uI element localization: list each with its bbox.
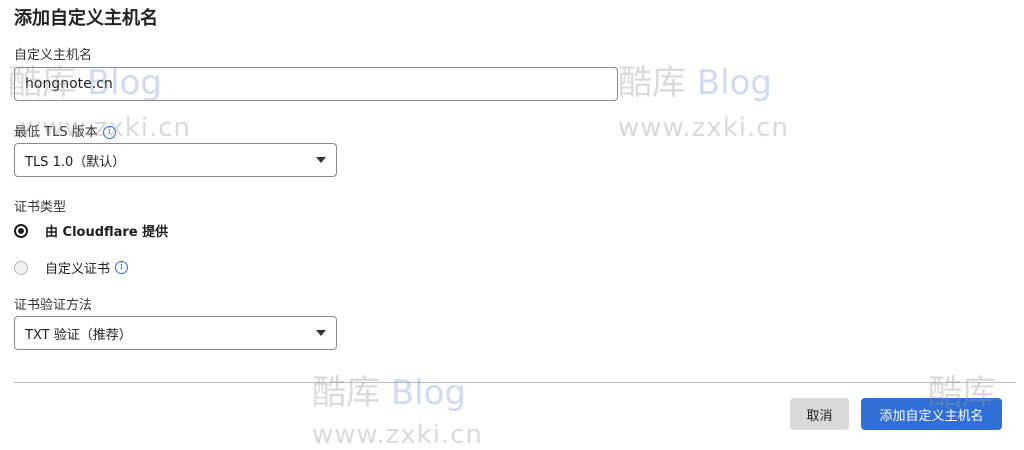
divider xyxy=(14,382,1016,383)
chevron-down-icon xyxy=(316,157,326,163)
hostname-input[interactable] xyxy=(14,67,618,101)
radio-unselected-icon[interactable] xyxy=(14,260,28,275)
watermark-logo: 酷库 Blog xyxy=(618,63,772,103)
dialog-title: 添加自定义主机名 xyxy=(14,8,158,29)
watermark-url: www.zxki.cn xyxy=(618,113,790,143)
watermark-logo: 酷库 Blog xyxy=(312,373,466,413)
chevron-down-icon xyxy=(316,330,326,336)
add-hostname-button[interactable]: 添加自定义主机名 xyxy=(861,398,1002,430)
cert-type-label: 证书类型 xyxy=(14,200,67,215)
min-tls-label: 最低 TLS 版本 i xyxy=(14,121,116,140)
radio-cloudflare-label: 由 Cloudflare 提供 xyxy=(45,225,169,240)
info-icon[interactable]: i xyxy=(115,261,129,274)
hostname-label: 自定义主机名 xyxy=(14,48,93,63)
verify-method-value: TXT 验证（推荐） xyxy=(25,327,132,343)
radio-custom-cert[interactable]: 自定义证书 i xyxy=(14,258,129,277)
min-tls-select[interactable]: TLS 1.0（默认） xyxy=(14,143,337,177)
min-tls-value: TLS 1.0（默认） xyxy=(25,154,126,170)
verify-method-label: 证书验证方法 xyxy=(14,298,93,313)
radio-custom-cert-label: 自定义证书 xyxy=(45,262,111,277)
min-tls-label-text: 最低 TLS 版本 xyxy=(14,125,98,140)
cancel-button[interactable]: 取消 xyxy=(790,398,849,430)
radio-selected-icon[interactable] xyxy=(14,223,28,238)
verify-method-select[interactable]: TXT 验证（推荐） xyxy=(14,316,337,350)
radio-cloudflare[interactable]: 由 Cloudflare 提供 xyxy=(14,221,168,240)
info-icon[interactable]: i xyxy=(102,126,116,139)
